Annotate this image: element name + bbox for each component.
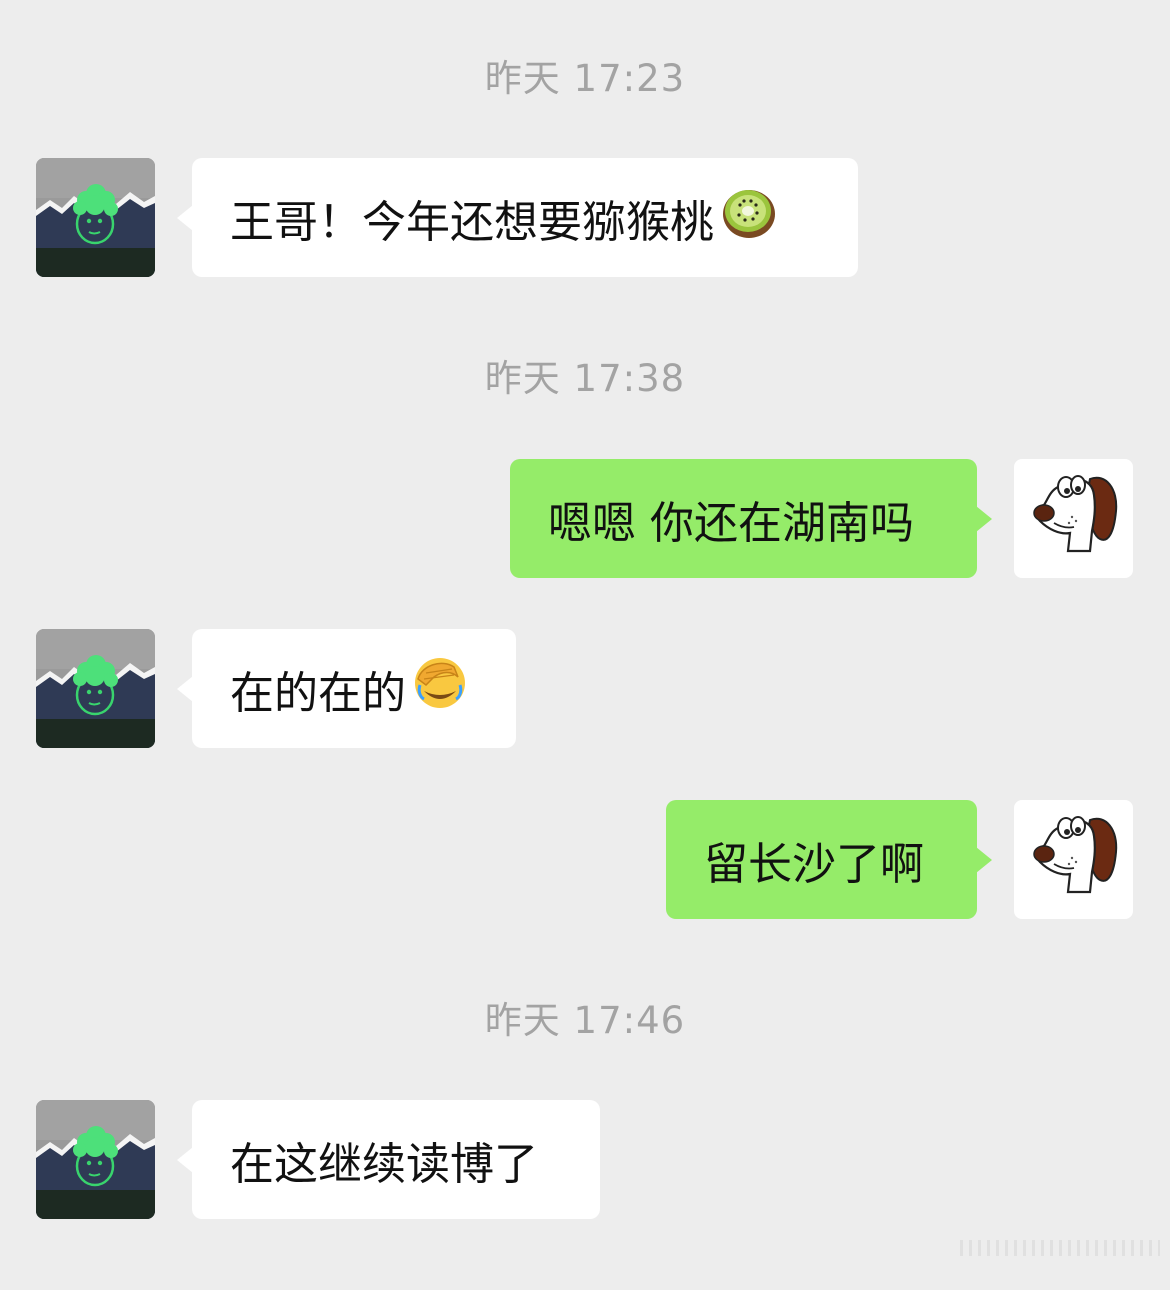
my-avatar[interactable] [1014, 459, 1133, 578]
bubble-tail [177, 1146, 193, 1173]
message-text: 留长沙了啊 [704, 838, 924, 890]
message-bubble-outgoing[interactable]: 留长沙了啊 [666, 800, 992, 919]
message-text: 在这继续读博了 [230, 1138, 538, 1190]
bubble-tail [177, 204, 193, 231]
message-text: 王哥！今年还想要猕猴桃 [230, 196, 714, 248]
message-text: 在的在的 [230, 667, 406, 719]
watermark [960, 1240, 1160, 1256]
message-bubble-incoming[interactable]: 王哥！今年还想要猕猴桃 [177, 158, 858, 277]
green-head-avatar-icon [36, 1100, 155, 1219]
bubble-tail [177, 675, 193, 702]
kiwi-icon [720, 183, 778, 252]
face-palm-icon [412, 655, 468, 722]
dog-avatar-icon [1014, 800, 1133, 919]
green-head-avatar-icon [36, 629, 155, 748]
message-bubble-incoming[interactable]: 在这继续读博了 [177, 1100, 600, 1219]
message-bubble-incoming[interactable]: 在的在的 [177, 629, 516, 748]
contact-avatar[interactable] [36, 629, 155, 748]
green-head-avatar-icon [36, 158, 155, 277]
message-bubble-outgoing[interactable]: 嗯嗯 你还在湖南吗 [510, 459, 992, 578]
contact-avatar[interactable] [36, 158, 155, 277]
dog-avatar-icon [1014, 459, 1133, 578]
my-avatar[interactable] [1014, 800, 1133, 919]
bubble-tail [976, 505, 992, 532]
message-text: 嗯嗯 你还在湖南吗 [548, 497, 914, 549]
timestamp: 昨天 17:46 [484, 999, 686, 1042]
contact-avatar[interactable] [36, 1100, 155, 1219]
bubble-tail [976, 846, 992, 873]
timestamp: 昨天 17:38 [484, 357, 686, 400]
timestamp: 昨天 17:23 [484, 57, 686, 100]
